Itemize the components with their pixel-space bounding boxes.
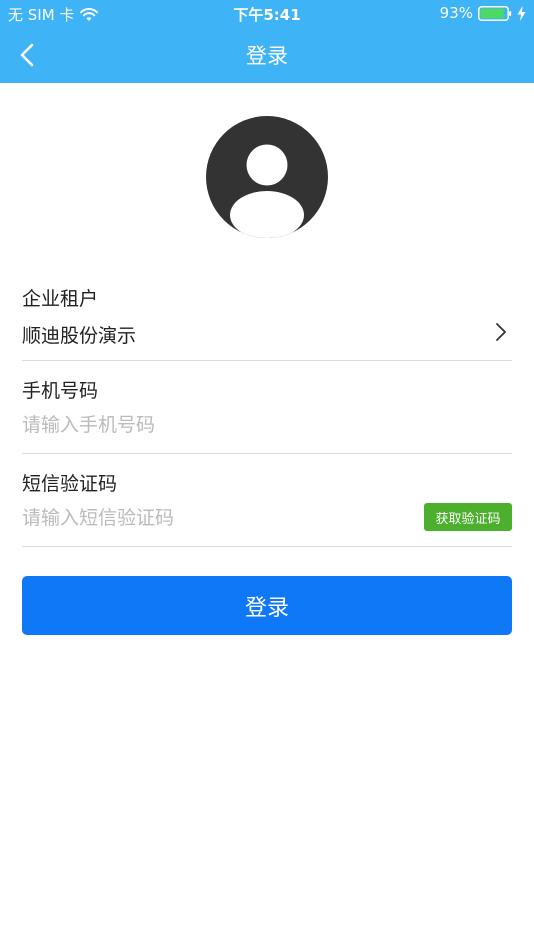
header-bar: 无 SIM 卡 下午5:41 93% 登录: [0, 0, 534, 83]
page-title: 登录: [246, 44, 288, 68]
tenant-value: 顺迪股份演示: [22, 325, 137, 347]
battery-percent: 93%: [439, 4, 473, 22]
phone-field: 手机号码: [22, 362, 512, 454]
phone-input[interactable]: [22, 409, 402, 441]
sms-code-label: 短信验证码: [22, 473, 118, 495]
battery-group: 93%: [440, 4, 526, 22]
tenant-label: 企业租户: [22, 288, 99, 310]
nav-bar: 登录: [0, 28, 534, 83]
chevron-right-icon: [496, 323, 506, 341]
phone-label: 手机号码: [22, 380, 99, 402]
login-button[interactable]: 登录: [22, 576, 512, 635]
sms-code-field: 短信验证码 获取验证码: [22, 455, 512, 547]
tenant-field[interactable]: 企业租户 顺迪股份演示: [22, 270, 512, 361]
avatar: [206, 116, 328, 238]
charging-bolt-icon: [517, 5, 526, 21]
battery-icon: [478, 5, 512, 21]
sms-code-input[interactable]: [22, 502, 402, 534]
user-avatar-icon: [230, 144, 304, 238]
status-bar: 无 SIM 卡 下午5:41 93%: [0, 0, 534, 28]
get-code-button[interactable]: 获取验证码: [424, 503, 512, 531]
